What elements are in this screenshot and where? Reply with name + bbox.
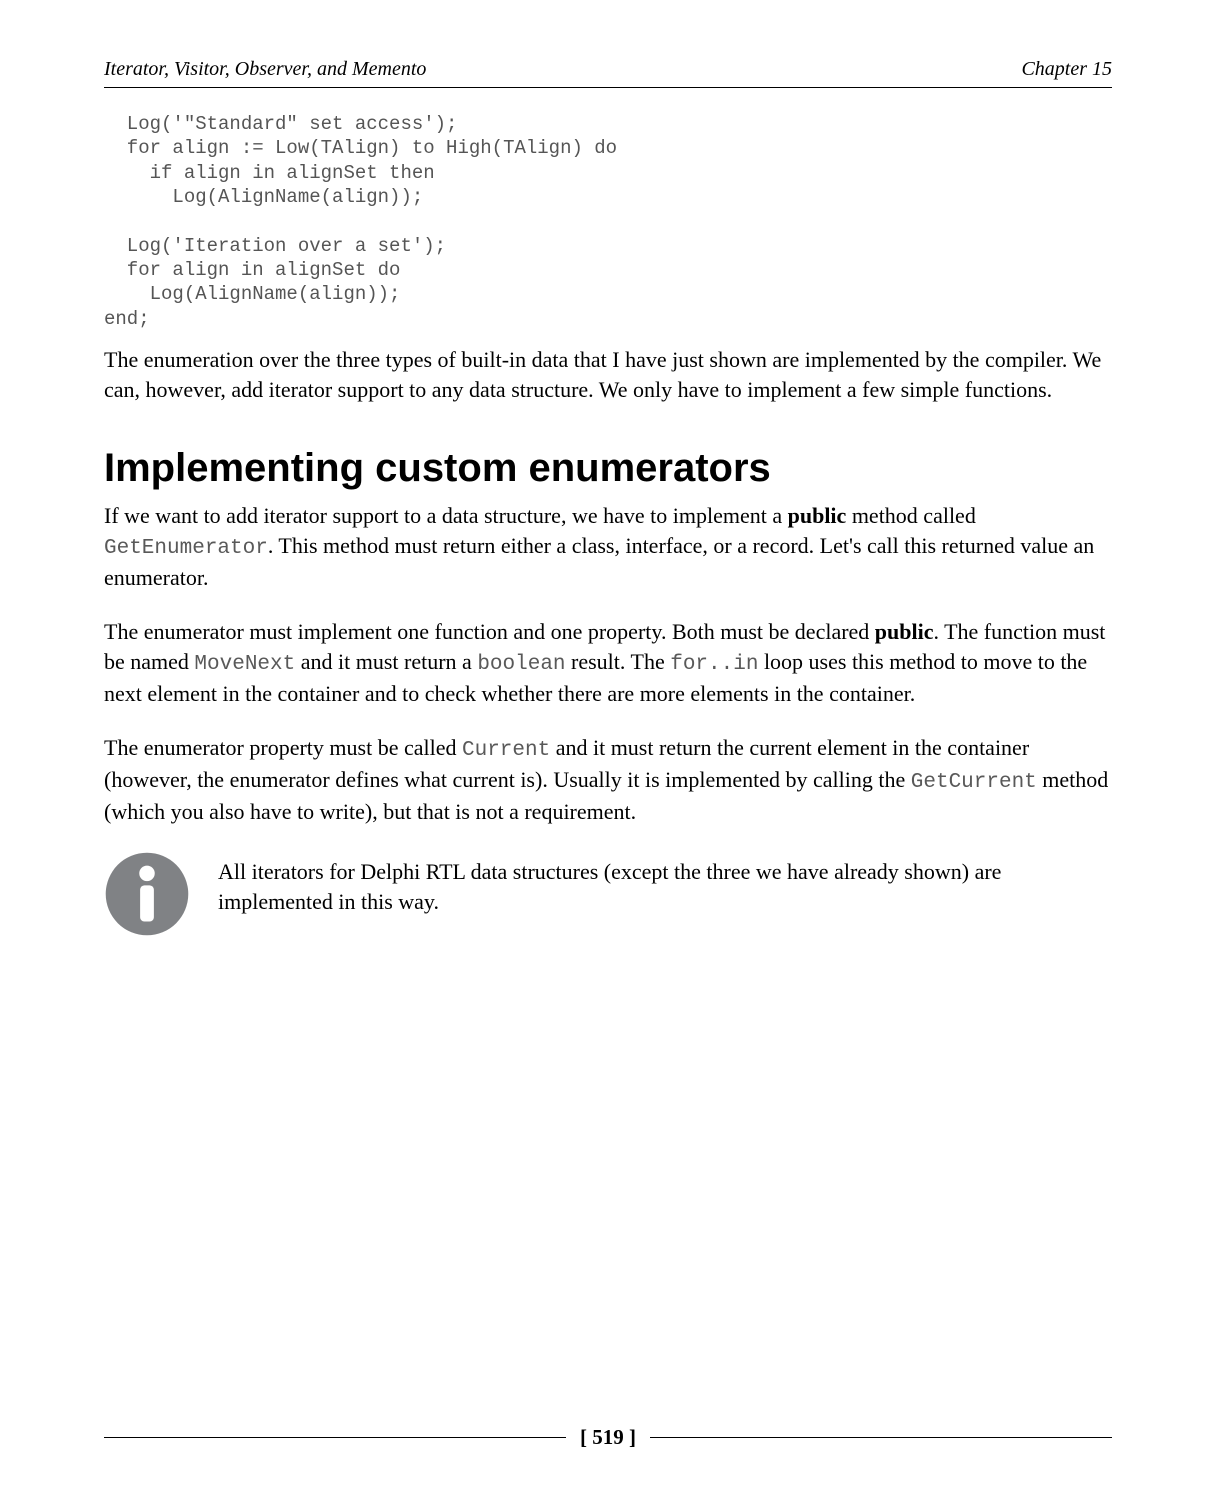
paragraph-2: If we want to add iterator support to a … [104, 501, 1112, 593]
paragraph-4: The enumerator property must be called C… [104, 733, 1112, 827]
note-text: All iterators for Delphi RTL data struct… [218, 851, 1112, 916]
inline-code: boolean [477, 653, 565, 676]
text: method called [846, 503, 976, 528]
text: The enumerator must implement one functi… [104, 619, 875, 644]
page-footer: [ 519 ] [104, 1425, 1112, 1450]
inline-code: MoveNext [194, 653, 295, 676]
text: result. The [566, 649, 671, 674]
bold-text: public [788, 503, 847, 528]
text: The enumerator property must be called [104, 735, 462, 760]
inline-code: GetCurrent [911, 771, 1037, 794]
inline-code: GetEnumerator [104, 537, 268, 560]
header-left: Iterator, Visitor, Observer, and Memento [104, 58, 426, 81]
code-block: Log('"Standard" set access'); for align … [104, 112, 1112, 331]
text: If we want to add iterator support to a … [104, 503, 788, 528]
paragraph-3: The enumerator must implement one functi… [104, 617, 1112, 709]
info-icon [104, 851, 190, 937]
inline-code: for..in [670, 653, 758, 676]
footer-line-right [650, 1437, 1112, 1438]
page: Iterator, Visitor, Observer, and Memento… [0, 0, 1216, 1500]
page-number: [ 519 ] [566, 1425, 650, 1450]
footer-line-left [104, 1437, 566, 1438]
header-right: Chapter 15 [1021, 58, 1112, 81]
bold-text: public [875, 619, 934, 644]
section-heading: Implementing custom enumerators [104, 446, 1112, 491]
info-note: All iterators for Delphi RTL data struct… [104, 851, 1112, 937]
paragraph-1: The enumeration over the three types of … [104, 345, 1112, 404]
inline-code: Current [462, 739, 550, 762]
page-header: Iterator, Visitor, Observer, and Memento… [104, 58, 1112, 88]
text: and it must return a [295, 649, 477, 674]
